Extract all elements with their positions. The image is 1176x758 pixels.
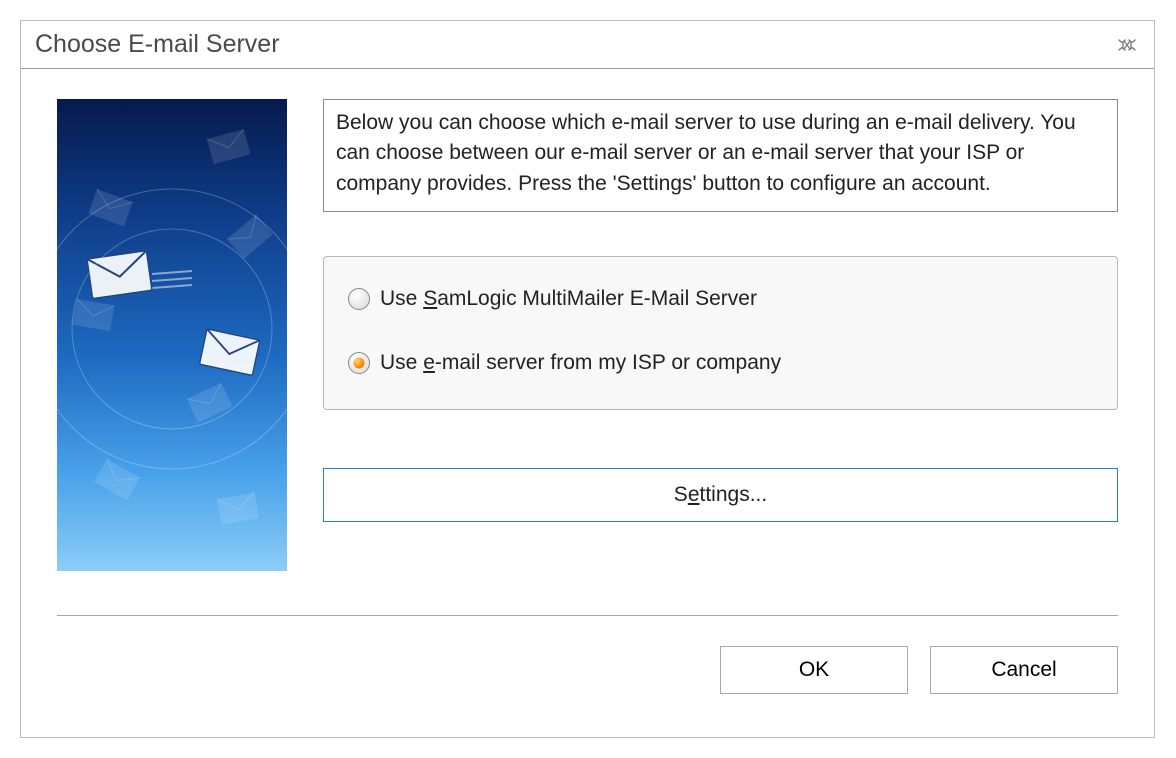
dialog-body: Below you can choose which e-mail server… [21, 69, 1154, 737]
separator [57, 615, 1118, 616]
right-column: Below you can choose which e-mail server… [323, 99, 1118, 522]
radio-indicator-icon [348, 352, 370, 374]
radio-samlogic-label: Use SamLogic MultiMailer E-Mail Server [380, 287, 757, 311]
cancel-button[interactable]: Cancel [930, 646, 1118, 694]
server-choice-group: Use SamLogic MultiMailer E-Mail Server U… [323, 256, 1118, 410]
content-row: Below you can choose which e-mail server… [57, 99, 1118, 571]
info-text: Below you can choose which e-mail server… [323, 99, 1118, 212]
dialog-title: Choose E-mail Server [35, 30, 280, 59]
dialog-titlebar: Choose E-mail Server [21, 21, 1154, 69]
settings-button-label: Settings... [674, 483, 767, 507]
dialog-button-row: OK Cancel [57, 646, 1118, 694]
radio-indicator-icon [348, 288, 370, 310]
close-button[interactable] [1114, 36, 1140, 54]
choose-email-server-dialog: Choose E-mail Server [20, 20, 1155, 738]
radio-isp-label: Use e-mail server from my ISP or company [380, 351, 781, 375]
radio-samlogic-server[interactable]: Use SamLogic MultiMailer E-Mail Server [348, 287, 1093, 311]
decorative-email-image [57, 99, 287, 571]
close-icon [1117, 39, 1137, 51]
envelopes-graphic-icon [57, 99, 287, 571]
settings-button[interactable]: Settings... [323, 468, 1118, 522]
ok-button[interactable]: OK [720, 646, 908, 694]
radio-isp-server[interactable]: Use e-mail server from my ISP or company [348, 351, 1093, 375]
